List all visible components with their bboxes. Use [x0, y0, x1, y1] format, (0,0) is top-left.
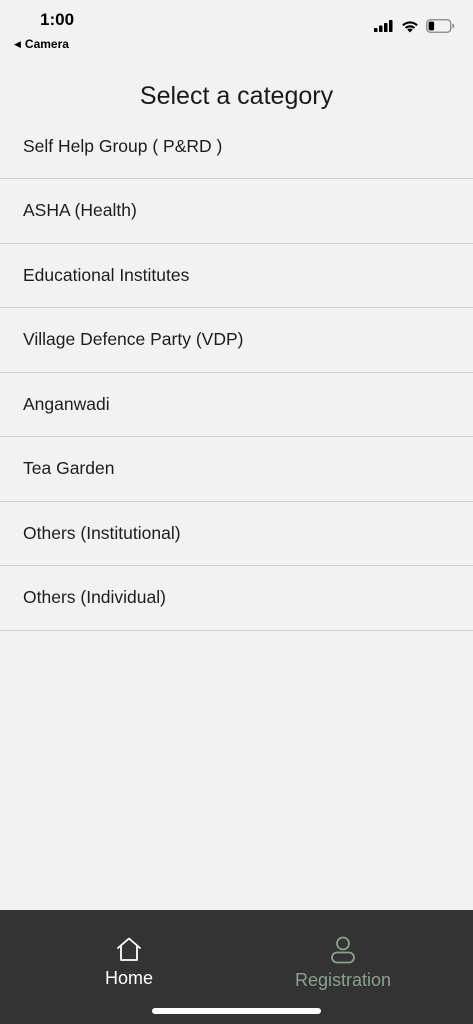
tab-home-label: Home — [104, 968, 153, 988]
home-indicator[interactable] — [152, 1008, 321, 1014]
category-item-tea-garden[interactable]: Tea Garden — [0, 437, 473, 502]
status-bar: 1:00 ◀ Camera — [0, 0, 473, 58]
battery-icon — [426, 19, 455, 33]
back-app-label: Camera — [24, 37, 69, 51]
back-to-app-button[interactable]: ◀ Camera — [14, 37, 69, 51]
category-item-educational-institutes[interactable]: Educational Institutes — [0, 244, 473, 308]
status-time: 1:00 — [40, 10, 75, 29]
category-item-anganwadi[interactable]: Anganwadi — [0, 373, 473, 437]
tab-registration-label: Registration — [294, 970, 392, 990]
category-item-others-institutional[interactable]: Others (Institutional) — [0, 502, 473, 566]
status-icons — [374, 19, 455, 33]
category-item-asha[interactable]: ASHA (Health) — [0, 179, 473, 244]
category-item-others-individual[interactable]: Others (Individual) — [0, 566, 473, 631]
category-item-vdp[interactable]: Village Defence Party (VDP) — [0, 308, 473, 373]
home-icon — [117, 937, 141, 961]
category-list: Self Help Group ( P&RD ) ASHA (Health) E… — [0, 114, 473, 631]
category-item-self-help-group[interactable]: Self Help Group ( P&RD ) — [0, 114, 473, 179]
person-icon — [331, 936, 355, 964]
back-arrow-icon: ◀ — [14, 38, 21, 49]
tab-registration[interactable]: Registration — [273, 936, 413, 991]
cellular-signal-icon — [374, 20, 393, 32]
wifi-icon — [402, 20, 418, 32]
bottom-tab-bar: Home Registration — [0, 910, 473, 1024]
tab-home[interactable]: Home — [59, 936, 199, 989]
page-title: Select a category — [139, 82, 334, 110]
